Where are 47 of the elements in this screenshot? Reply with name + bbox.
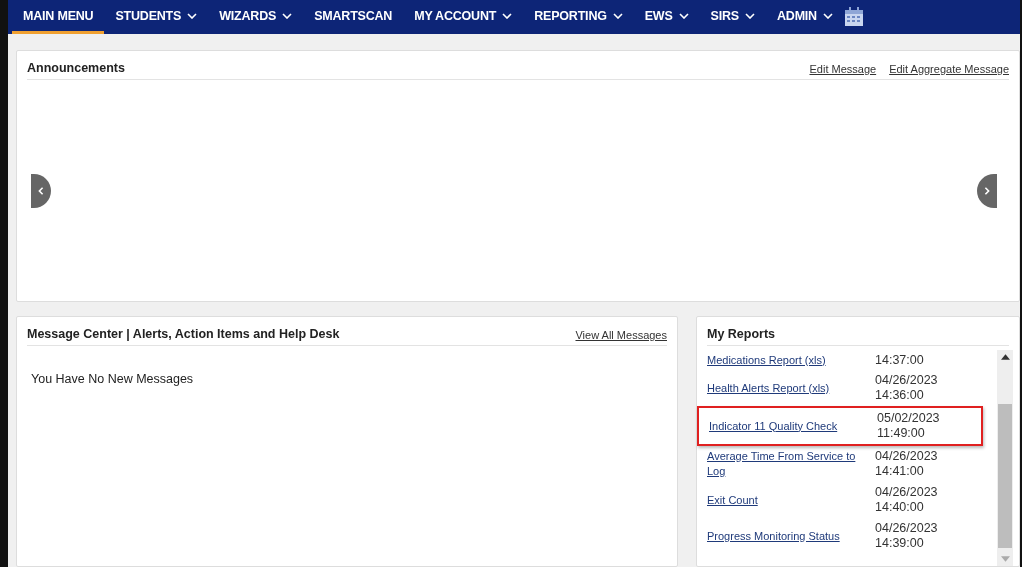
report-link[interactable]: Exit Count	[707, 492, 875, 508]
report-link[interactable]: Medications Report (xls)	[707, 352, 875, 368]
report-link[interactable]: Health Alerts Report (xls)	[707, 380, 875, 396]
report-time: 14:41:00	[875, 464, 925, 479]
next-button[interactable]	[977, 173, 997, 208]
chevron-icon	[822, 12, 833, 19]
chevron-icon	[612, 12, 623, 19]
report-date: 04/26/2023	[875, 449, 938, 464]
nav-tab[interactable]: EWS	[633, 0, 700, 34]
previous-button[interactable]	[31, 173, 51, 208]
report-time: 14:36:00	[875, 388, 925, 403]
report-date: 05/02/2023	[877, 411, 940, 426]
chevron-icon	[502, 12, 513, 19]
nav-tab[interactable]: SIRS	[699, 0, 766, 34]
chevron-icon	[745, 12, 755, 19]
chevron-icon	[282, 12, 293, 19]
report-link[interactable]: Progress Monitoring Status	[707, 528, 875, 544]
edit-link[interactable]: Edit Message	[809, 63, 877, 75]
view-all-messages-link[interactable]: View All Messages	[575, 329, 667, 341]
panel-title: Announcements	[27, 61, 125, 75]
nav-tab[interactable]: SMARTSCAN	[303, 0, 404, 34]
report-time: 14:39:00	[875, 536, 925, 551]
chevron-left-icon	[37, 186, 45, 195]
report-time: 14:40:00	[875, 500, 925, 515]
nav-tab[interactable]: MY ACCOUNT	[403, 0, 524, 34]
panel-title: My Reports	[707, 327, 776, 341]
edit-link[interactable]: Edit Aggregate Message	[889, 63, 1009, 75]
report-link[interactable]: Average Time From Service to Log	[707, 449, 875, 479]
panel-title: Message Center | Alerts, Action Items and Help Desk	[27, 327, 340, 341]
nav-tab[interactable]: ADMIN	[766, 0, 844, 34]
chevron-icon	[187, 12, 198, 19]
report-link[interactable]: Indicator 11 Quality Check	[709, 418, 877, 434]
nav-tab[interactable]: STUDENTS	[104, 0, 209, 34]
nav-tab[interactable]: MAIN MENU	[12, 0, 105, 34]
scrollbar[interactable]	[997, 350, 1013, 566]
calendar-icon[interactable]	[843, 7, 864, 27]
nav-tab[interactable]: WIZARDS	[208, 0, 304, 34]
report-date: 04/26/2023	[875, 485, 938, 500]
report-date: 04/26/2023	[875, 373, 938, 388]
chevron-icon	[678, 12, 689, 19]
empty-message: You Have No New Messages	[30, 371, 195, 386]
chevron-right-icon	[983, 186, 991, 195]
report-time: 14:37:00	[875, 352, 924, 368]
nav-tab[interactable]: REPORTING	[523, 0, 634, 34]
report-time: 11:49:00	[877, 426, 926, 441]
report-date: 04/26/2023	[875, 521, 938, 536]
scroll-up-icon[interactable]	[1000, 354, 1010, 360]
